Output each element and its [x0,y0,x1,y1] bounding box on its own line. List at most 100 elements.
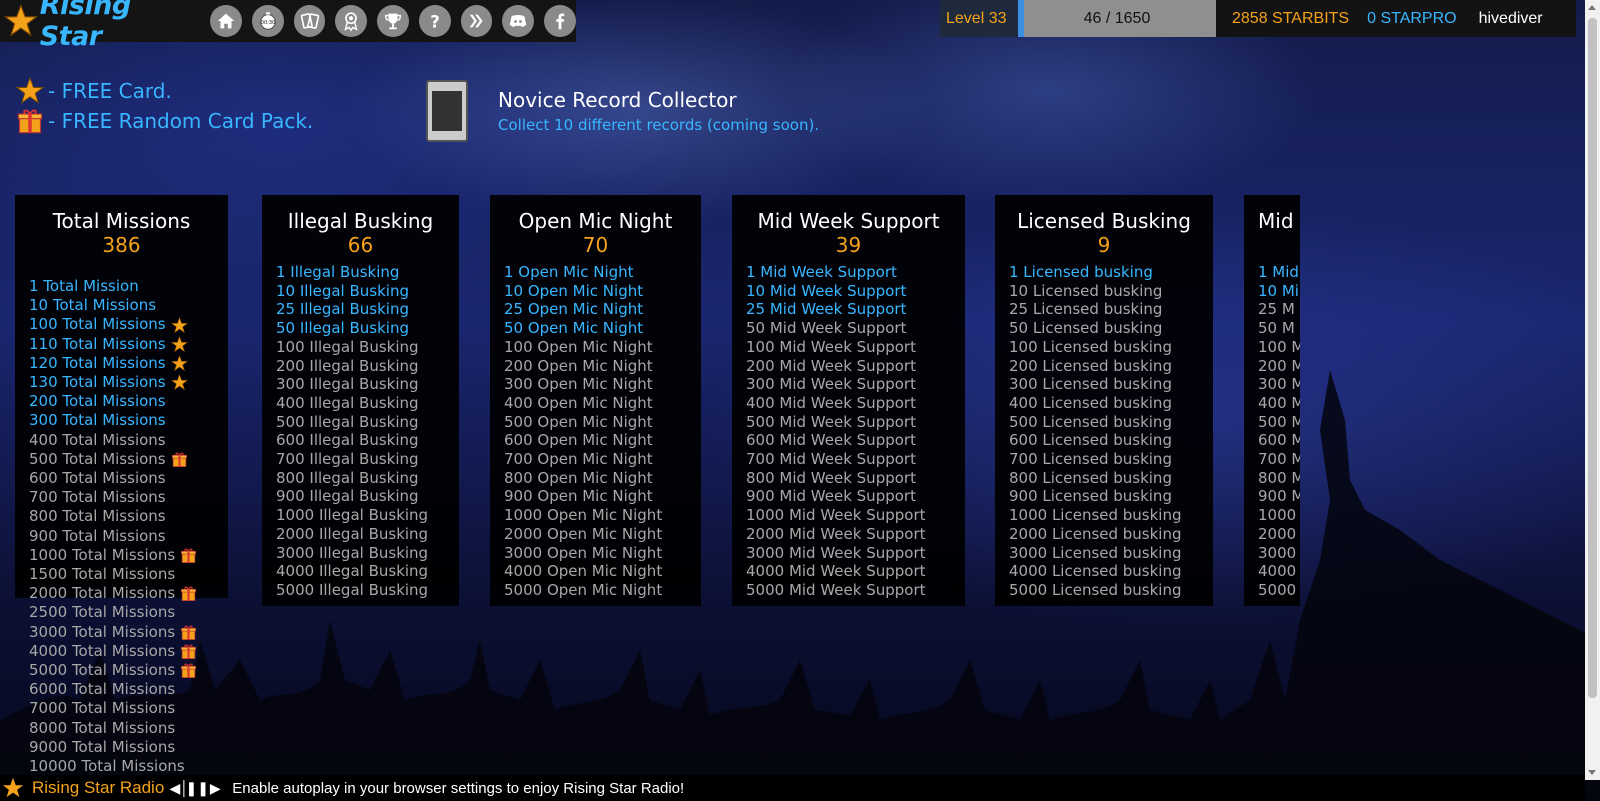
mission-item: 25 Illegal Busking [276,300,459,319]
mission-list: 1 Mid 10 Mi 25 M 50 M 100 M 200 M 300 M 400 M 50… [1244,263,1300,600]
mission-label: 4000 Illegal Busking [276,562,429,581]
svg-text:00:30: 00:30 [261,20,276,26]
star-logo-icon [4,4,38,37]
mission-item: 130 Total Missions [29,373,228,392]
discord-icon[interactable] [502,5,535,37]
mission-item: 900 Licensed busking [1009,487,1213,506]
mission-label: 1000 Illegal Busking [276,506,429,525]
mission-item: 5000 Open Mic Night [504,581,701,600]
legend-free-pack: - FREE Random Card Pack. [16,106,313,136]
mission-label: 900 Open Mic Night [504,487,653,506]
radio-bar: Rising Star Radio ◀│ ❚❚ ▶ Enable autopla… [0,775,1585,801]
mission-list: 1 Licensed busking 10 Licensed busking 25 … [995,263,1213,600]
award-icon[interactable] [335,5,368,37]
app-logo[interactable]: Rising Star [0,0,200,52]
mission-column-mid-week-support: Mid Week Support 39 1 Mid Week Support 10… [732,195,965,606]
mission-item: 2000 Licensed busking [1009,525,1213,544]
gift-icon [17,109,43,134]
mission-label: 600 Open Mic Night [504,431,653,450]
home-icon[interactable] [210,5,242,37]
mission-item: 2000 Mid Week Support [746,525,965,544]
scroll-up-arrow-icon[interactable] [1588,5,1596,10]
scrollbar-thumb[interactable] [1588,18,1597,698]
mission-label: 600 Illegal Busking [276,431,419,450]
pause-icon[interactable]: ❚❚ [186,778,209,798]
mission-label: 1000 [1258,506,1297,525]
mission-item: 600 Total Missions [29,469,228,488]
mission-label: 6000 Total Missions [29,680,176,699]
username[interactable]: hivediver [1479,10,1543,28]
logo-text: Rising Star [39,0,131,52]
trophy-icon[interactable] [377,5,409,37]
mission-label: 10 Licensed busking [1009,281,1163,300]
mission-item: 300 Mid Week Support [746,375,965,394]
mission-label: 7000 Total Missions [29,699,176,718]
mission-label: 800 Open Mic Night [504,468,653,487]
player-status-bar: Level 33 46 / 1650 2858 STARBITS 0 STARP… [940,0,1576,37]
mission-item: 200 Open Mic Night [504,357,701,376]
mission-item: 25 M [1258,300,1300,319]
mission-label: 3000 Mid Week Support [746,543,926,562]
mission-item: 110 Total Missions [29,335,228,354]
xp-progress-text: 46 / 1650 [1083,9,1151,27]
mission-item: 400 M [1258,394,1300,413]
mission-label: 1500 Total Missions [29,565,176,584]
mission-label: 2500 Total Missions [29,603,176,622]
mission-label: 25 M [1258,300,1295,319]
mission-label: 100 Illegal Busking [276,337,419,356]
mission-column-illegal-busking: Illegal Busking 66 1 Illegal Busking 10 I… [262,195,459,606]
facebook-icon[interactable] [544,5,576,37]
mission-label: 1000 Total Missions [29,545,176,564]
mission-label: 300 M [1258,375,1300,394]
mission-label: 1 Mid [1258,263,1299,281]
mission-label: 120 Total Missions [29,353,166,372]
mission-label: 500 Open Mic Night [504,412,653,431]
timer-icon[interactable]: 00:30 [251,5,284,37]
mission-label: 5000 Licensed busking [1009,580,1182,599]
mission-label: 200 Open Mic Night [504,356,653,375]
mission-item: 200 Mid Week Support [746,357,965,376]
record-card-thumbnail[interactable] [426,80,468,142]
mission-label: 1 Licensed busking [1009,263,1153,281]
mission-label: 5000 Mid Week Support [746,580,926,599]
svg-text:?: ? [430,12,440,31]
mission-label: 130 Total Missions [29,373,166,392]
mission-item: 500 Open Mic Night [504,413,701,432]
help-icon[interactable]: ? [418,5,451,37]
mission-label: 2000 Licensed busking [1009,524,1182,543]
achievement-banner: Novice Record Collector Collect 10 diffe… [426,80,819,142]
mission-item: 1000 [1258,506,1300,525]
mission-item: 4000 [1258,562,1300,581]
mission-item: 50 Open Mic Night [504,319,701,338]
mission-label: 8000 Total Missions [29,718,176,737]
radio-title: Rising Star Radio [32,778,165,797]
mission-item: 600 M [1258,431,1300,450]
mission-item: 1 Open Mic Night [504,263,701,282]
mission-item: 700 Licensed busking [1009,450,1213,469]
mission-item: 2000 Illegal Busking [276,525,459,544]
mission-label: 9000 Total Missions [29,737,176,756]
scroll-down-arrow-icon[interactable] [1588,770,1596,775]
mission-item: 200 Illegal Busking [276,357,459,376]
starbits-balance[interactable]: 2858 STARBITS [1232,10,1349,28]
mission-label: 400 Total Missions [29,430,166,449]
mission-item: 100 Illegal Busking [276,338,459,357]
mission-item: 500 M [1258,413,1300,432]
mission-item: 2000 [1258,525,1300,544]
cards-icon[interactable] [293,5,326,37]
mission-item: 600 Illegal Busking [276,431,459,450]
mission-label: 5000 Open Mic Night [504,580,663,599]
play-icon[interactable]: ▶ [206,778,224,798]
mission-item: 2500 Total Missions [29,603,228,622]
star-icon [170,354,188,372]
achievement-title: Novice Record Collector [498,88,737,112]
mission-label: 1000 Mid Week Support [746,506,926,525]
star-icon [170,335,188,353]
hive-icon[interactable] [460,5,493,37]
starpro-balance[interactable]: 0 STARPRO [1367,10,1457,28]
page-scrollbar[interactable] [1585,0,1600,780]
mission-label: 50 Mid Week Support [746,319,907,338]
mission-label: 300 Licensed busking [1009,375,1172,394]
mission-item: 600 Licensed busking [1009,431,1213,450]
mission-item: 4000 Total Missions [29,642,228,661]
